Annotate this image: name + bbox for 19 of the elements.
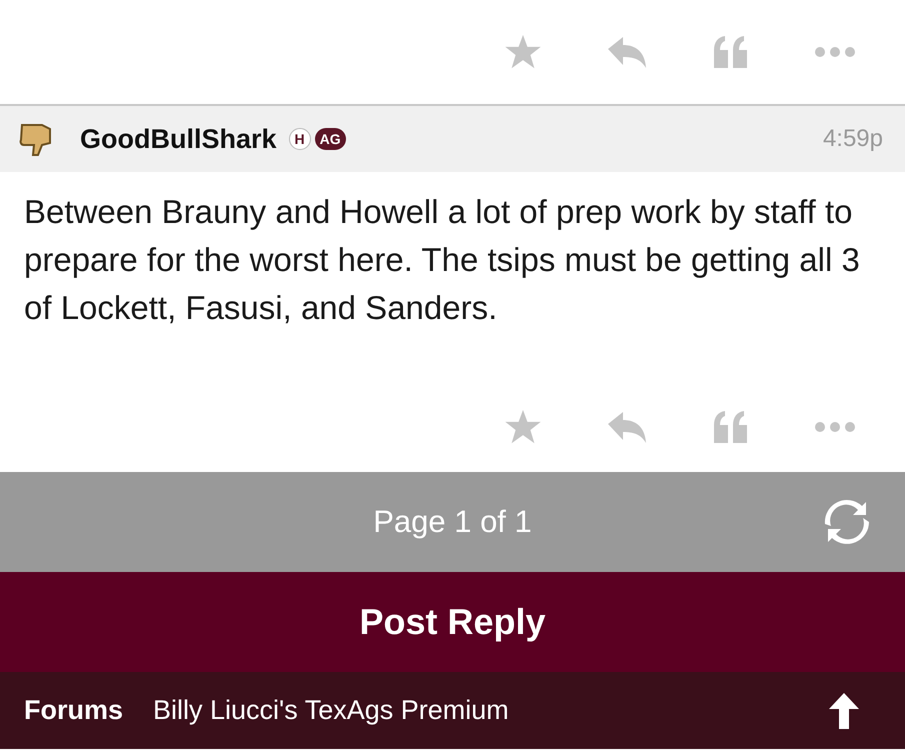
post-time: 4:59p [822,125,883,153]
reply-icon [608,411,646,443]
more-icon [815,422,855,432]
post-reply-button[interactable]: Post Reply [0,572,905,672]
author-name[interactable]: GoodBullShark [80,124,277,154]
star-icon [505,410,541,444]
up-arrow-icon [829,692,859,728]
more-icon [815,47,855,57]
forums-link[interactable]: Forums [24,695,124,726]
scroll-top-button[interactable] [829,692,859,728]
star-icon [505,35,541,69]
page-indicator: Page 1 of 1 [373,504,532,540]
reply-icon [608,36,646,68]
user-badge: AG [314,128,346,150]
user-badge: H [288,128,311,150]
forum-link[interactable]: Billy Liucci's TexAgs Premium [153,695,509,726]
post-body: Between Brauny and Howell a lot of prep work by staff to prepare for the worst here. The tsips must be getting all 3 of Lockett, Fasusi, and Sanders. [23,192,861,328]
quote-icon [714,36,748,68]
quote-icon [714,411,748,443]
